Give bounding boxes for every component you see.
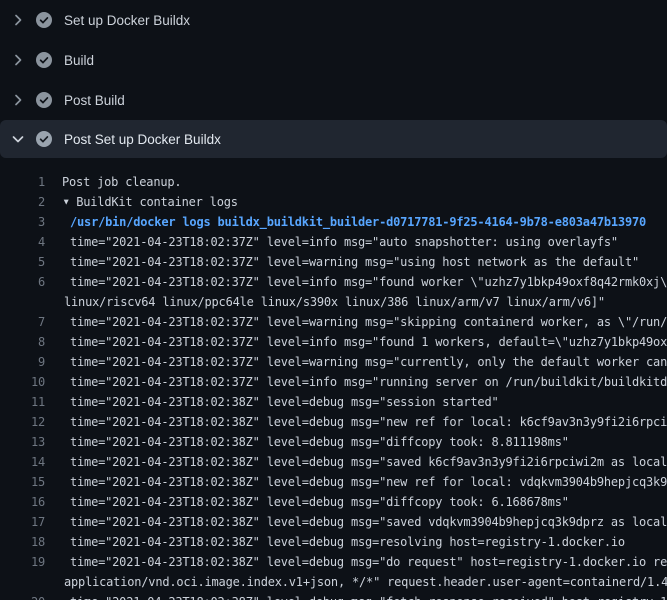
log-line-text: time="2021-04-23T18:02:38Z" level=debug …	[70, 512, 667, 532]
step-list: Set up Docker Buildx Build Post Build	[0, 0, 667, 158]
log-line-number[interactable]: 5	[0, 252, 45, 272]
log-line-text: time="2021-04-23T18:02:38Z" level=debug …	[70, 592, 667, 600]
log-line: 15 time="2021-04-23T18:02:38Z" level=deb…	[0, 472, 667, 492]
check-circle-icon	[36, 92, 52, 108]
log-line-number[interactable]: 9	[0, 352, 45, 372]
chevron-right-icon	[10, 52, 26, 68]
log-line-number[interactable]: 20	[0, 592, 45, 600]
log-line: 8 time="2021-04-23T18:02:37Z" level=info…	[0, 332, 667, 352]
log-line-text: time="2021-04-23T18:02:37Z" level=info m…	[70, 232, 618, 252]
log-line-text: time="2021-04-23T18:02:37Z" level=info m…	[70, 372, 667, 392]
log-line-number	[0, 292, 45, 312]
log-line: 4 time="2021-04-23T18:02:37Z" level=info…	[0, 232, 667, 252]
log-line-number[interactable]: 15	[0, 472, 45, 492]
log-line: 2 ▼BuildKit container logs	[0, 192, 667, 212]
step-label: Post Set up Docker Buildx	[64, 132, 221, 147]
actions-log-viewer: Set up Docker Buildx Build Post Build	[0, 0, 667, 600]
check-circle-icon	[36, 12, 52, 28]
log-line: application/vnd.oci.image.index.v1+json,…	[0, 572, 667, 592]
log-line-number[interactable]: 10	[0, 372, 45, 392]
chevron-right-icon	[10, 12, 26, 28]
step-label: Set up Docker Buildx	[64, 13, 190, 28]
log-line-number[interactable]: 1	[0, 172, 45, 192]
log-line-number[interactable]: 11	[0, 392, 45, 412]
log-line-text: time="2021-04-23T18:02:38Z" level=debug …	[70, 412, 667, 432]
log-line-text: time="2021-04-23T18:02:37Z" level=info m…	[70, 332, 667, 352]
log-line-text: time="2021-04-23T18:02:37Z" level=warnin…	[70, 252, 639, 272]
log-line: 11 time="2021-04-23T18:02:38Z" level=deb…	[0, 392, 667, 412]
log-line-text: /usr/bin/docker logs buildx_buildkit_bui…	[70, 212, 646, 232]
log-line: 5 time="2021-04-23T18:02:37Z" level=warn…	[0, 252, 667, 272]
chevron-down-icon	[10, 131, 26, 147]
step-label: Post Build	[64, 93, 125, 108]
log-line: 10 time="2021-04-23T18:02:37Z" level=inf…	[0, 372, 667, 392]
chevron-right-icon	[10, 92, 26, 108]
log-line-text: time="2021-04-23T18:02:38Z" level=debug …	[70, 552, 667, 572]
log-line: 3 /usr/bin/docker logs buildx_buildkit_b…	[0, 212, 667, 232]
log-line: 9 time="2021-04-23T18:02:37Z" level=warn…	[0, 352, 667, 372]
log-line-text: application/vnd.oci.image.index.v1+json,…	[64, 572, 667, 592]
log-line-number[interactable]: 8	[0, 332, 45, 352]
log-line: 19 time="2021-04-23T18:02:38Z" level=deb…	[0, 552, 667, 572]
log-line-text: time="2021-04-23T18:02:37Z" level=warnin…	[70, 352, 667, 372]
group-collapse-triangle-icon: ▼	[62, 192, 70, 212]
log-line-text: time="2021-04-23T18:02:37Z" level=info m…	[70, 272, 667, 292]
step-row-post-build[interactable]: Post Build	[0, 80, 667, 120]
log-line: 14 time="2021-04-23T18:02:38Z" level=deb…	[0, 452, 667, 472]
check-circle-icon	[36, 52, 52, 68]
log-line-number[interactable]: 16	[0, 492, 45, 512]
log-line: 20 time="2021-04-23T18:02:38Z" level=deb…	[0, 592, 667, 600]
log-line-text: time="2021-04-23T18:02:37Z" level=warnin…	[70, 312, 667, 332]
log-line-number[interactable]: 14	[0, 452, 45, 472]
log-line: linux/riscv64 linux/ppc64le linux/s390x …	[0, 292, 667, 312]
log-line: 6 time="2021-04-23T18:02:37Z" level=info…	[0, 272, 667, 292]
step-row-build[interactable]: Build	[0, 40, 667, 80]
check-circle-icon	[36, 131, 52, 147]
log-line-text: time="2021-04-23T18:02:38Z" level=debug …	[70, 432, 569, 452]
log-line: 18 time="2021-04-23T18:02:38Z" level=deb…	[0, 532, 667, 552]
step-label: Build	[64, 53, 94, 68]
log-line-text: time="2021-04-23T18:02:38Z" level=debug …	[70, 532, 625, 552]
log-line-number[interactable]: 3	[0, 212, 45, 232]
log-line-text: time="2021-04-23T18:02:38Z" level=debug …	[70, 452, 667, 472]
log-output: 1 Post job cleanup. 2 ▼BuildKit containe…	[0, 158, 667, 600]
log-line: 13 time="2021-04-23T18:02:38Z" level=deb…	[0, 432, 667, 452]
log-line: 12 time="2021-04-23T18:02:38Z" level=deb…	[0, 412, 667, 432]
step-row-post-setup-docker-buildx[interactable]: Post Set up Docker Buildx	[0, 120, 667, 158]
step-row-setup-docker-buildx[interactable]: Set up Docker Buildx	[0, 0, 667, 40]
log-line: 7 time="2021-04-23T18:02:37Z" level=warn…	[0, 312, 667, 332]
log-line-text: Post job cleanup.	[62, 172, 181, 192]
log-line-text: time="2021-04-23T18:02:38Z" level=debug …	[70, 492, 569, 512]
log-line: 1 Post job cleanup.	[0, 172, 667, 192]
log-line-text: time="2021-04-23T18:02:38Z" level=debug …	[70, 392, 499, 412]
log-line-text: linux/riscv64 linux/ppc64le linux/s390x …	[64, 292, 605, 312]
log-line-number[interactable]: 17	[0, 512, 45, 532]
log-line-number[interactable]: 13	[0, 432, 45, 452]
log-line-number[interactable]: 19	[0, 552, 45, 572]
log-line: 17 time="2021-04-23T18:02:38Z" level=deb…	[0, 512, 667, 532]
log-line: 16 time="2021-04-23T18:02:38Z" level=deb…	[0, 492, 667, 512]
log-line-number[interactable]: 2	[0, 192, 45, 212]
log-line-number[interactable]: 12	[0, 412, 45, 432]
log-line-number[interactable]: 7	[0, 312, 45, 332]
log-line-text: time="2021-04-23T18:02:38Z" level=debug …	[70, 472, 667, 492]
log-line-number[interactable]: 6	[0, 272, 45, 292]
log-line-number[interactable]: 18	[0, 532, 45, 552]
log-line-number	[0, 572, 45, 592]
log-line-text[interactable]: ▼BuildKit container logs	[62, 192, 238, 212]
log-line-number[interactable]: 4	[0, 232, 45, 252]
